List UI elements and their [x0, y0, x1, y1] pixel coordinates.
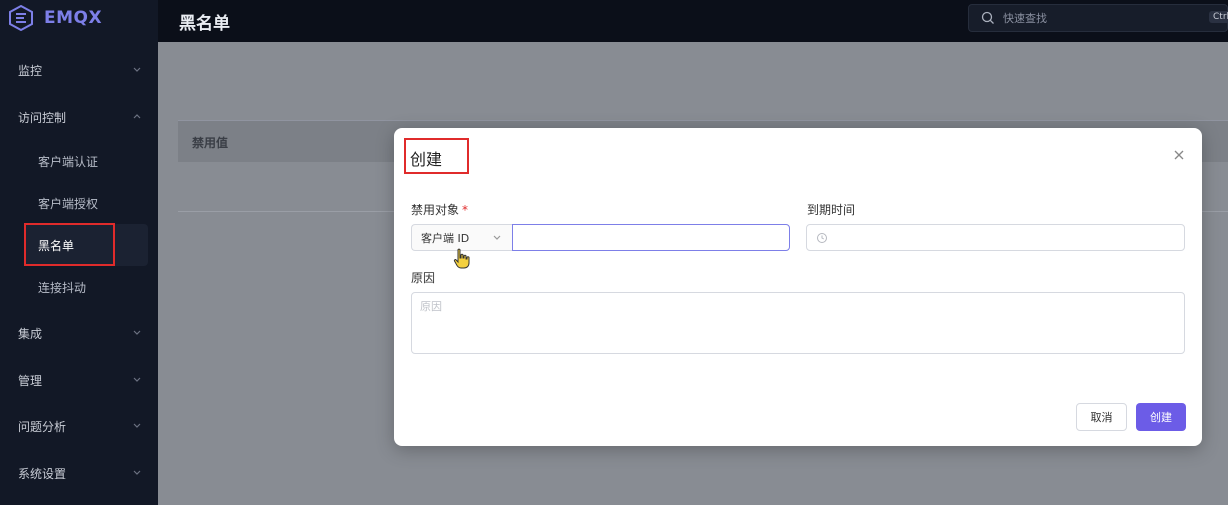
- page-title: 黑名单: [179, 14, 230, 34]
- chevron-down-icon: [133, 423, 141, 428]
- sidebar-item-label: 客户端认证: [38, 154, 99, 169]
- sidebar-item-label: 连接抖动: [38, 280, 87, 295]
- required-mark: *: [462, 203, 469, 217]
- sidebar-item-management[interactable]: 管理: [0, 360, 158, 400]
- sidebar-item-blacklist[interactable]: 黑名单: [24, 224, 148, 266]
- chevron-down-icon: [133, 377, 141, 382]
- sidebar-item-diagnose[interactable]: 问题分析: [0, 406, 158, 446]
- target-value-input[interactable]: [512, 224, 790, 251]
- sidebar-item-label: 集成: [18, 326, 43, 341]
- sidebar-item-label: 黑名单: [38, 238, 75, 253]
- reason-textarea[interactable]: [411, 292, 1185, 354]
- target-label: 禁用对象 *: [411, 203, 469, 217]
- sidebar-item-label: 访问控制: [18, 110, 67, 125]
- target-type-select[interactable]: 客户端 ID: [411, 224, 513, 251]
- clock-icon: [817, 233, 827, 243]
- target-type-value: 客户端 ID: [421, 231, 470, 245]
- sidebar-item-label: 管理: [18, 373, 43, 388]
- expire-date-picker[interactable]: [806, 224, 1185, 251]
- chevron-down-icon: [133, 330, 141, 335]
- close-icon[interactable]: [1172, 148, 1186, 162]
- sidebar-item-integration[interactable]: 集成: [0, 313, 158, 353]
- sidebar-item-client-auth[interactable]: 客户端认证: [0, 143, 158, 179]
- chevron-up-icon: [133, 114, 141, 119]
- chevron-down-icon: [133, 67, 141, 72]
- sidebar-item-label: 系统设置: [18, 466, 67, 481]
- reason-label: 原因: [411, 271, 436, 285]
- sidebar-item-client-authz[interactable]: 客户端授权: [0, 185, 158, 221]
- create-button[interactable]: 创建: [1136, 403, 1186, 431]
- chevron-down-icon: [133, 470, 141, 475]
- search-shortcut-badge: Ctrl: [1209, 11, 1228, 23]
- sidebar-item-access-control[interactable]: 访问控制: [0, 97, 158, 137]
- top-header: 黑名单 快速查找 Ctrl: [158, 0, 1228, 42]
- search-icon: [981, 11, 994, 24]
- sidebar-item-label: 客户端授权: [38, 196, 99, 211]
- sidebar-item-system-settings[interactable]: 系统设置: [0, 453, 158, 493]
- sidebar-item-label: 问题分析: [18, 419, 67, 434]
- chevron-down-icon: [493, 235, 501, 240]
- create-dialog: 创建 禁用对象* 客户端 ID 到期时间 原因 取消 创建: [394, 128, 1202, 446]
- sidebar: EMQX 监控 访问控制 客户端认证 客户端授权 黑名单 连接抖动 集成 管理 …: [0, 0, 158, 505]
- sidebar-item-label: 监控: [18, 63, 43, 78]
- search-placeholder: 快速查找: [1003, 12, 1047, 25]
- sidebar-item-flapping[interactable]: 连接抖动: [0, 269, 158, 305]
- logo-text: EMQX: [44, 8, 103, 28]
- cancel-button[interactable]: 取消: [1076, 403, 1127, 431]
- logo[interactable]: EMQX: [8, 5, 102, 31]
- expire-label: 到期时间: [807, 203, 856, 217]
- sidebar-item-monitor[interactable]: 监控: [0, 50, 158, 90]
- dialog-title: 创建: [410, 150, 443, 169]
- hand-pointer-icon: [453, 248, 470, 269]
- table-column-banned-value: 禁用值: [192, 136, 229, 150]
- search-box[interactable]: 快速查找 Ctrl: [968, 4, 1228, 32]
- emqx-logo-icon: [9, 5, 33, 31]
